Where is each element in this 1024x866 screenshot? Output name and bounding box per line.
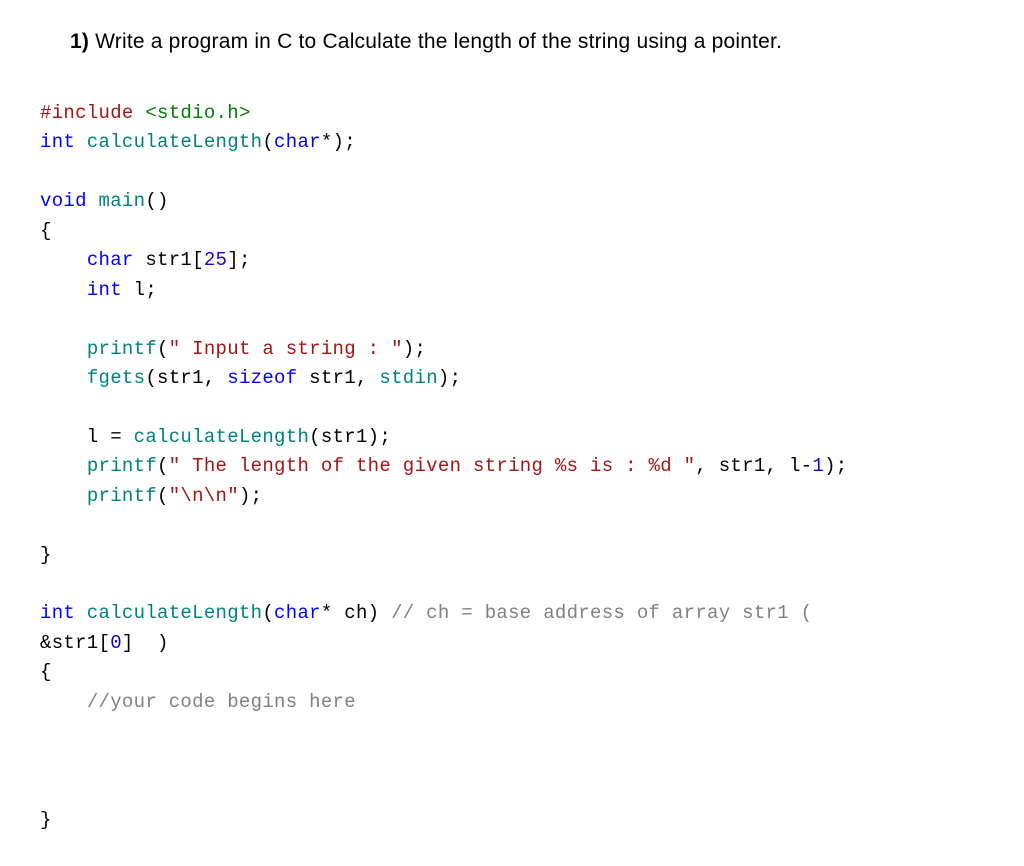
punc: ( <box>157 455 169 477</box>
punc: *); <box>321 131 356 153</box>
func-prototype: calculateLength <box>75 131 262 153</box>
func-call: calculateLength <box>134 426 310 448</box>
punc: ( <box>157 485 169 507</box>
brace-close: } <box>40 544 52 566</box>
func-printf: printf <box>87 485 157 507</box>
number-25: 25 <box>204 249 227 271</box>
assign-l: l = <box>40 426 134 448</box>
punc: [ <box>192 249 204 271</box>
string-literal: "\n\n" <box>169 485 239 507</box>
comment: // ch = base address of array str1 ( <box>391 602 824 624</box>
punc: , str1, l- <box>695 455 812 477</box>
var-str1: str1 <box>134 249 193 271</box>
question-text: 1) Write a program in C to Calculate the… <box>70 30 984 54</box>
header-string: <stdio.h> <box>134 102 251 124</box>
keyword-char: char <box>274 602 321 624</box>
stdin: stdin <box>379 367 438 389</box>
keyword-void: void <box>40 190 87 212</box>
keyword-int: int <box>40 131 75 153</box>
number-1: 1 <box>812 455 824 477</box>
func-printf: printf <box>87 455 157 477</box>
punc: &str1[ <box>40 632 110 654</box>
punc: ( <box>262 602 274 624</box>
punc: ] ) <box>122 632 169 654</box>
var-l: l; <box>122 279 157 301</box>
punc: (str1, <box>145 367 227 389</box>
number-0: 0 <box>110 632 122 654</box>
keyword-int: int <box>87 279 122 301</box>
punc: ); <box>239 485 262 507</box>
func-printf: printf <box>87 338 157 360</box>
func-fgets: fgets <box>87 367 146 389</box>
brace-open: { <box>40 661 52 683</box>
punc: ]; <box>227 249 250 271</box>
punc: (str1); <box>309 426 391 448</box>
keyword-int: int <box>40 602 75 624</box>
punc: ( <box>262 131 274 153</box>
punc: () <box>145 190 168 212</box>
keyword-sizeof: sizeof <box>227 367 297 389</box>
punc: ( <box>157 338 169 360</box>
punc: ); <box>403 338 426 360</box>
string-literal: " The length of the given string %s is :… <box>169 455 696 477</box>
punc: * ch) <box>321 602 391 624</box>
func-def: calculateLength <box>75 602 262 624</box>
func-main: main <box>87 190 146 212</box>
punc: ); <box>438 367 461 389</box>
punc: ); <box>824 455 847 477</box>
comment-begin: //your code begins here <box>87 691 356 713</box>
punc: str1, <box>297 367 379 389</box>
keyword-char: char <box>87 249 134 271</box>
code-block: #include <stdio.h> int calculateLength(c… <box>40 99 984 835</box>
preprocessor: #include <box>40 102 134 124</box>
brace-close: } <box>40 809 52 831</box>
brace-open: { <box>40 220 52 242</box>
keyword-char: char <box>274 131 321 153</box>
string-literal: " Input a string : " <box>169 338 403 360</box>
